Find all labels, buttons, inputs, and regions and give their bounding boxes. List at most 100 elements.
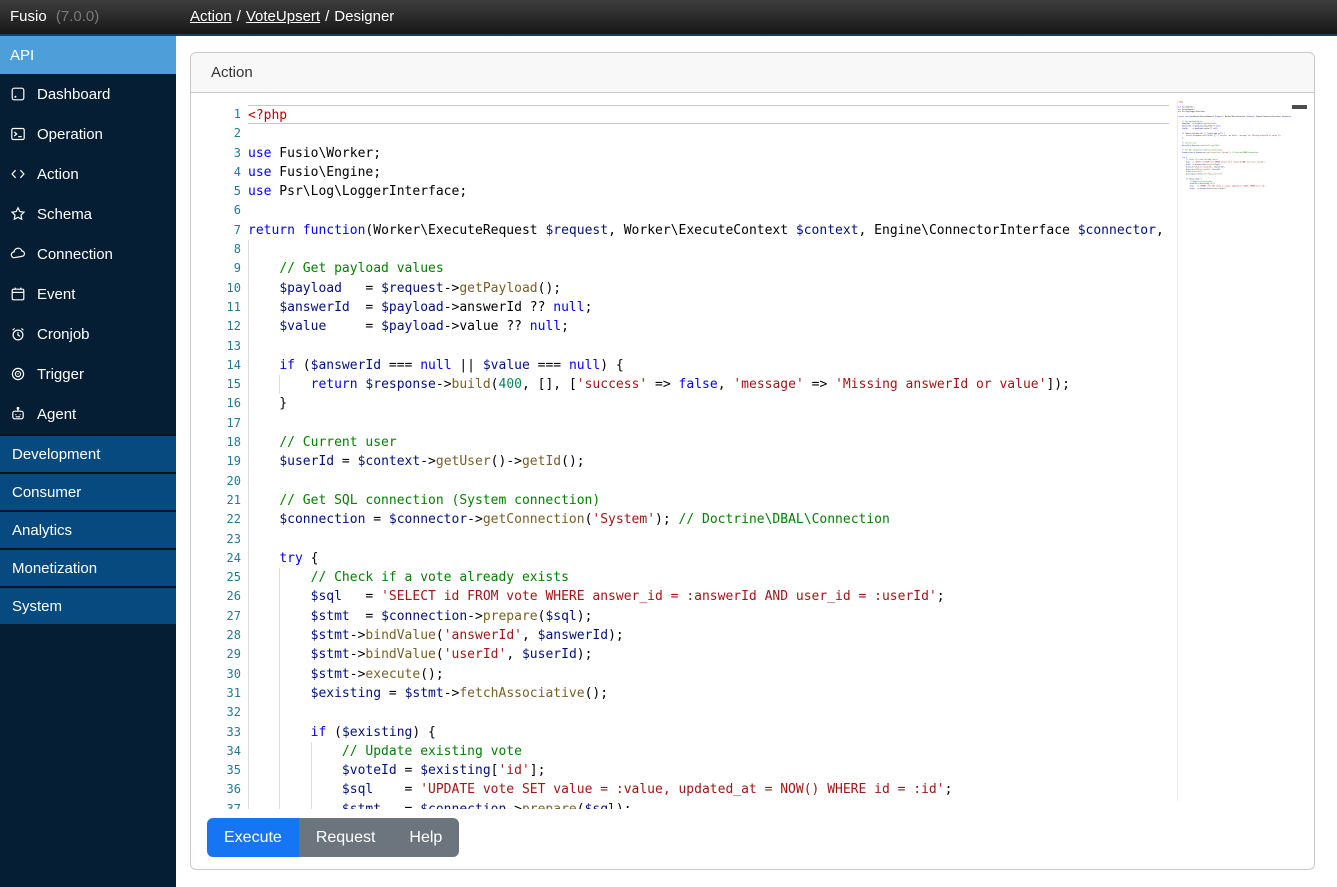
help-button[interactable]: Help (392, 818, 460, 857)
code-viewport[interactable]: 1 <?php 2 3 use Fusio\Worker; 4 use Fusio\Engi… (191, 93, 1169, 809)
code-line[interactable]: 34 // Update existing vote (191, 741, 1169, 762)
sidebar-item-operation[interactable]: Operation (0, 114, 176, 154)
sidebar-section-label: Consumer (12, 483, 82, 501)
sidebar-item-connection[interactable]: Connection (0, 234, 176, 274)
line-number[interactable]: 5 (191, 182, 241, 201)
code-editor[interactable]: 1 <?php 2 3 use Fusio\Worker; 4 use Fusio\Engi… (191, 93, 1314, 809)
code-line[interactable]: 5 use Psr\Log\LoggerInterface; (191, 182, 1169, 201)
brand-link[interactable]: Fusio (10, 8, 47, 25)
code-line[interactable]: 28 $stmt->bindValue('answerId', $answerI… (191, 626, 1169, 646)
code-line[interactable]: 30 $stmt->execute(); (191, 664, 1169, 684)
line-number[interactable]: 1 (191, 105, 241, 124)
code-line[interactable]: 10 $payload = $request->getPayload(); (191, 278, 1169, 298)
code-line[interactable]: 12 $value = $payload->value ?? null; (191, 317, 1169, 337)
sidebar-item-agent[interactable]: Agent (0, 394, 176, 434)
line-number[interactable]: 19 (191, 452, 241, 471)
line-number[interactable]: 16 (191, 394, 241, 413)
line-number[interactable]: 22 (191, 510, 241, 529)
code-line[interactable]: 37 $stmt = $connection->prepare($sql); (191, 799, 1169, 809)
line-number[interactable]: 12 (191, 317, 241, 336)
code-line[interactable]: 8 (191, 240, 1169, 260)
line-number[interactable]: 26 (191, 587, 241, 606)
line-number[interactable]: 3 (191, 144, 241, 163)
code-line[interactable]: 7 return function(Worker\ExecuteRequest $… (191, 221, 1169, 240)
line-number[interactable]: 15 (191, 375, 241, 394)
code-line[interactable]: 33 if ($existing) { (191, 722, 1169, 742)
line-number[interactable]: 17 (191, 414, 241, 433)
code-line[interactable]: 24 try { (191, 548, 1169, 569)
sidebar-section-system[interactable]: System (0, 586, 176, 624)
sidebar-section-development[interactable]: Development (0, 434, 176, 472)
sidebar-item-trigger[interactable]: Trigger (0, 354, 176, 394)
sidebar-item-schema[interactable]: Schema (0, 194, 176, 234)
code-line[interactable]: 4 use Fusio\Engine; (191, 163, 1169, 182)
code-line[interactable]: 3 use Fusio\Worker; (191, 144, 1169, 163)
code-line[interactable]: 9 // Get payload values (191, 259, 1169, 279)
breadcrumb-item-voteupsert[interactable]: VoteUpsert (246, 8, 320, 25)
line-number[interactable]: 27 (191, 607, 241, 626)
code-line[interactable]: 20 (191, 471, 1169, 491)
line-number[interactable]: 30 (191, 665, 241, 684)
sidebar-item-action[interactable]: Action (0, 154, 176, 194)
scrollbar-thumb[interactable] (1292, 105, 1307, 109)
code-line[interactable]: 22 $connection = $connector->getConnecti… (191, 510, 1169, 530)
code-line[interactable]: 15 return $response->build(400, [], ['su… (191, 375, 1169, 395)
line-number[interactable]: 14 (191, 356, 241, 375)
line-number[interactable]: 4 (191, 163, 241, 182)
code-line[interactable]: 29 $stmt->bindValue('userId', $userId); (191, 645, 1169, 665)
code-line[interactable]: 32 (191, 703, 1169, 723)
code-line[interactable]: 1 <?php (191, 105, 1169, 125)
breadcrumb-item-action[interactable]: Action (190, 8, 232, 25)
sidebar-section-monetization[interactable]: Monetization (0, 548, 176, 586)
code-line[interactable]: 11 $answerId = $payload->answerId ?? nul… (191, 297, 1169, 318)
code-line[interactable]: 16 } (191, 394, 1169, 414)
sidebar-item-cronjob[interactable]: Cronjob (0, 314, 176, 354)
code-line[interactable]: 36 $sql = 'UPDATE vote SET value = :valu… (191, 780, 1169, 800)
line-number[interactable]: 2 (191, 124, 241, 143)
line-number[interactable]: 9 (191, 259, 241, 278)
line-number[interactable]: 18 (191, 433, 241, 452)
code-line[interactable]: 35 $voteId = $existing['id']; (191, 761, 1169, 781)
minimap[interactable]: <?php use Fusio\Worker; use Fusio\Engine; u… (1177, 101, 1291, 801)
line-number[interactable]: 25 (191, 568, 241, 587)
line-number[interactable]: 10 (191, 279, 241, 298)
line-number[interactable]: 20 (191, 472, 241, 491)
line-number[interactable]: 23 (191, 530, 241, 549)
line-number[interactable]: 21 (191, 491, 241, 510)
code-line[interactable]: 19 $userId = $context->getUser()->getId(… (191, 452, 1169, 472)
line-number[interactable]: 37 (191, 800, 241, 809)
code-line[interactable]: 23 (191, 529, 1169, 549)
line-number[interactable]: 35 (191, 761, 241, 780)
line-number[interactable]: 24 (191, 549, 241, 568)
code-line[interactable]: 17 (191, 413, 1169, 434)
request-button[interactable]: Request (298, 818, 393, 857)
sidebar-item-dashboard[interactable]: Dashboard (0, 74, 176, 114)
line-number[interactable]: 6 (191, 201, 241, 220)
code-line[interactable]: 2 (191, 124, 1169, 143)
line-number[interactable]: 28 (191, 626, 241, 645)
sidebar-section-consumer[interactable]: Consumer (0, 472, 176, 510)
code-line[interactable]: 21 // Get SQL connection (System connect… (191, 490, 1169, 511)
code-line[interactable]: 27 $stmt = $connection->prepare($sql); (191, 606, 1169, 627)
line-number[interactable]: 11 (191, 298, 241, 317)
line-number[interactable]: 33 (191, 723, 241, 742)
code-line[interactable]: 18 // Current user (191, 433, 1169, 453)
line-number[interactable]: 13 (191, 337, 241, 356)
code-line[interactable]: 13 (191, 336, 1169, 356)
line-number[interactable]: 34 (191, 742, 241, 761)
code-line[interactable]: 25 // Check if a vote already exists (191, 568, 1169, 588)
line-number[interactable]: 36 (191, 780, 241, 799)
line-number[interactable]: 32 (191, 703, 241, 722)
sidebar-item-api[interactable]: API (0, 36, 176, 74)
code-line[interactable]: 6 (191, 201, 1169, 220)
execute-button[interactable]: Execute (207, 818, 299, 857)
sidebar-section-analytics[interactable]: Analytics (0, 510, 176, 548)
code-line[interactable]: 26 $sql = 'SELECT id FROM vote WHERE ans… (191, 587, 1169, 607)
code-line[interactable]: 31 $existing = $stmt->fetchAssociative()… (191, 683, 1169, 704)
code-line[interactable]: 14 if ($answerId === null || $value === … (191, 355, 1169, 376)
line-number[interactable]: 29 (191, 645, 241, 664)
sidebar-item-event[interactable]: Event (0, 274, 176, 314)
line-number[interactable]: 7 (191, 221, 241, 240)
line-number[interactable]: 31 (191, 684, 241, 703)
line-number[interactable]: 8 (191, 240, 241, 259)
